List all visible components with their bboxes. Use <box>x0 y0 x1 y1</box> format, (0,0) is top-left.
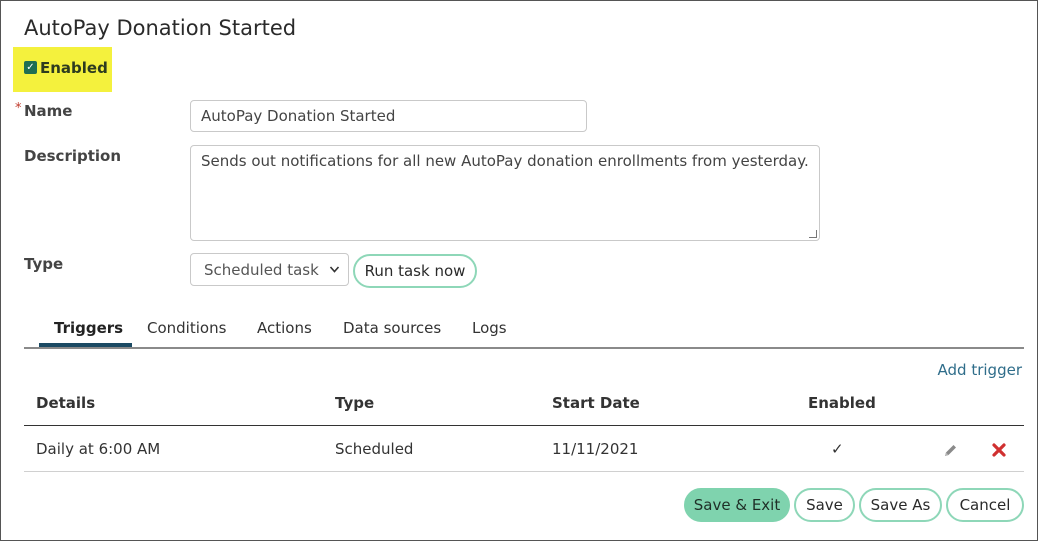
delete-x-icon[interactable] <box>991 442 1007 462</box>
description-text: Sends out notifications for all new Auto… <box>201 152 809 170</box>
tab-triggers[interactable]: Triggers <box>54 319 123 337</box>
save-exit-button[interactable]: Save & Exit <box>684 488 790 522</box>
chevron-down-icon <box>329 254 340 299</box>
add-trigger-link[interactable]: Add trigger <box>938 361 1022 379</box>
cancel-button[interactable]: Cancel <box>946 488 1024 522</box>
column-header-enabled: Enabled <box>808 394 876 412</box>
table-row-divider <box>24 471 1024 472</box>
enabled-checkbox[interactable]: ✓ <box>24 61 37 74</box>
save-button[interactable]: Save <box>794 488 855 522</box>
page-title: AutoPay Donation Started <box>24 16 297 40</box>
name-label: Name <box>24 102 73 120</box>
enabled-label[interactable]: Enabled <box>40 59 108 77</box>
description-label: Description <box>24 147 122 165</box>
description-textarea[interactable]: Sends out notifications for all new Auto… <box>190 145 820 241</box>
automation-editor: AutoPay Donation Started ✓ Enabled * Nam… <box>0 0 1038 541</box>
tab-actions[interactable]: Actions <box>257 319 312 337</box>
tab-data-sources[interactable]: Data sources <box>343 319 441 337</box>
tab-bar: Triggers Conditions Actions Data sources… <box>24 313 1024 349</box>
pencil-icon[interactable] <box>942 442 959 463</box>
trigger-type: Scheduled <box>335 440 414 458</box>
save-as-button[interactable]: Save As <box>859 488 942 522</box>
trigger-details: Daily at 6:00 AM <box>36 440 161 458</box>
trigger-start-date: 11/11/2021 <box>552 440 639 458</box>
column-header-start-date: Start Date <box>552 394 640 412</box>
trigger-enabled-check: ✓ <box>831 440 844 458</box>
active-tab-indicator <box>39 343 132 347</box>
type-select[interactable]: Scheduled task <box>190 253 349 286</box>
run-task-now-button[interactable]: Run task now <box>353 254 477 288</box>
type-label: Type <box>24 255 64 273</box>
type-selected-value: Scheduled task <box>204 261 319 279</box>
resize-grip-icon[interactable] <box>809 230 817 238</box>
column-header-type: Type <box>335 394 375 412</box>
column-header-details: Details <box>36 394 96 412</box>
table-header-divider <box>24 425 1024 426</box>
tab-conditions[interactable]: Conditions <box>147 319 226 337</box>
tab-logs[interactable]: Logs <box>472 319 507 337</box>
name-input[interactable]: AutoPay Donation Started <box>190 100 587 132</box>
required-marker: * <box>15 101 22 116</box>
